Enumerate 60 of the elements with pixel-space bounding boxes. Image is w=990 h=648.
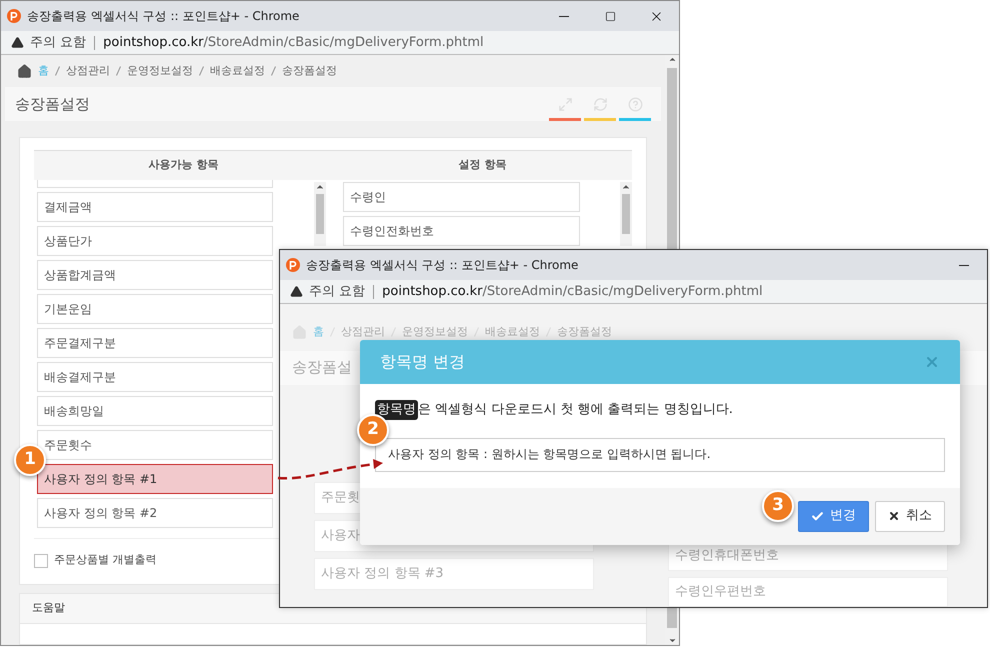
security-warning: 주의 요함 (309, 282, 366, 301)
scroll-bar[interactable] (620, 182, 632, 246)
breadcrumb-link[interactable]: 송장폼설정 (282, 62, 337, 80)
checkbox-label: 주문상품별 개별출력 (54, 552, 156, 568)
minimize-icon (959, 264, 969, 266)
column-header: 설정 항목 (458, 157, 508, 174)
list-item[interactable]: 배송희망일 (37, 396, 273, 426)
input-field[interactable]: 사용자 정의 항목 : 원하시는 항목명으로 입력하시면 됩니다. (375, 438, 945, 472)
security-warning: 주의 요함 (30, 34, 86, 52)
window-title: 송장출력용 엑셀서식 구성 :: 포인트샵+ - Chrome (306, 257, 578, 274)
scroll-up-icon[interactable] (668, 55, 676, 64)
app-logo-icon (7, 9, 21, 23)
list-item[interactable]: 상품단가 (37, 226, 273, 256)
scroll-thumb[interactable] (316, 194, 324, 234)
list-item[interactable]: 주문결제구분 (37, 328, 273, 358)
slash-icon (116, 66, 121, 76)
scroll-thumb[interactable] (622, 194, 630, 234)
slash-icon (199, 66, 204, 76)
app-logo-icon (286, 258, 300, 272)
url-link[interactable]: pointshop.co.kr/StoreAdmin/cBasic/mgDeliveryForm.phtml (103, 32, 484, 52)
refresh-icon (592, 97, 608, 112)
url-link[interactable]: pointshop.co.kr/StoreAdmin/cBasic/mgDeliveryForm.phtml (382, 282, 763, 302)
warning-icon (11, 36, 24, 49)
check-icon (811, 510, 824, 522)
close-icon[interactable] (924, 354, 940, 370)
close-icon (888, 510, 900, 522)
term-highlight: 항목명 (375, 400, 418, 420)
slash-icon (391, 327, 396, 338)
dialog-title: 항목명 변경 (380, 351, 466, 373)
home-icon (17, 64, 32, 78)
breadcrumb-link[interactable]: 상점관리 (66, 62, 110, 80)
help-icon (628, 97, 642, 112)
slash-icon (271, 66, 276, 76)
checkbox[interactable] (34, 554, 48, 568)
list-item[interactable]: 사용자 정의 항목 #2 (37, 498, 273, 528)
list-item[interactable]: 사용자 정의 항목 #1 (37, 464, 273, 494)
column-header: 사용가능 항목 (148, 157, 220, 174)
expand-icon (558, 97, 572, 112)
list-item[interactable]: 기본운임 (37, 294, 273, 324)
page-title: 송장폼설 (292, 357, 352, 378)
dialog-description: 은 엑셀형식 다운로드시 첫 행에 출력되는 명칭입니다. (418, 401, 733, 419)
slash-icon (55, 66, 60, 76)
maximize-icon (604, 10, 616, 22)
list-item[interactable]: 결제금액 (37, 192, 273, 222)
list-item[interactable]: 수령인전화번호 (343, 216, 580, 246)
cancel-button[interactable]: 취소 (875, 500, 945, 532)
page-title: 송장폼설정 (15, 94, 90, 115)
scroll-bar[interactable] (314, 182, 326, 246)
help-title: 도움말 (32, 600, 65, 616)
breadcrumb-link[interactable]: 배송료설정 (210, 62, 265, 80)
slash-icon (546, 327, 551, 338)
window-title: 송장출력용 엑셀서식 구성 :: 포인트샵+ - Chrome (27, 8, 300, 25)
scroll-down-icon[interactable] (668, 636, 676, 645)
warning-icon (290, 285, 303, 298)
slash-icon (474, 327, 479, 338)
list-item[interactable]: 주문횟수 (37, 430, 273, 460)
list-item[interactable]: 수령인 (343, 182, 580, 212)
list-item[interactable]: 상품합계금액 (37, 260, 273, 290)
breadcrumb-link[interactable]: 운영정보설정 (127, 62, 193, 80)
list-item[interactable]: 배송결제구분 (37, 362, 273, 392)
